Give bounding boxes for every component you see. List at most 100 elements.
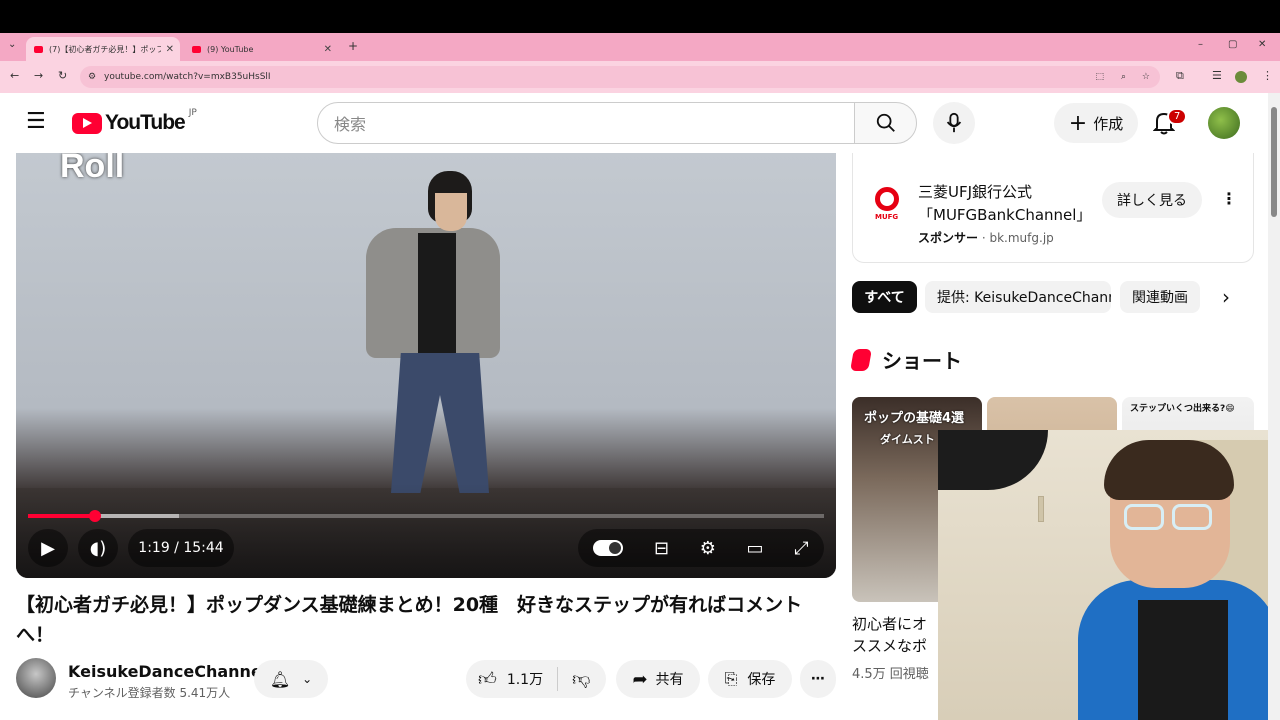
- bell-icon: 🔔︎: [269, 669, 291, 689]
- time-text: 1:19 / 15:44: [138, 540, 224, 556]
- logo-wordmark: YouTube: [105, 111, 186, 134]
- browser-tab-strip: ⌄ (7)【初心者ガチ必見！】ポップダン ✕ (9) YouTube ✕ + –…: [0, 33, 1280, 61]
- create-label: 作成: [1093, 114, 1124, 133]
- extensions-icon[interactable]: ⧉: [1176, 69, 1184, 83]
- search-icon: [876, 113, 895, 132]
- short-title[interactable]: 初心者にオ ススメなポ: [852, 613, 927, 657]
- shorts-header: ショート: [850, 345, 962, 374]
- theater-mode-icon[interactable]: ▭: [747, 538, 764, 559]
- shorts-title: ショート: [882, 349, 962, 373]
- search-placeholder: 検索: [334, 115, 367, 134]
- ad-title: 三菱UFJ銀行公式 「MUFGBankChannel」: [918, 181, 1091, 227]
- light-switch: [1038, 496, 1044, 522]
- new-tab-icon[interactable]: +: [348, 39, 358, 53]
- settings-gear-icon[interactable]: ⚙: [700, 538, 716, 559]
- progress-bar[interactable]: [28, 510, 824, 522]
- back-icon[interactable]: ←: [10, 69, 19, 82]
- youtube-logo[interactable]: YouTube JP: [72, 108, 197, 135]
- scrubber-handle[interactable]: [88, 510, 101, 522]
- create-button[interactable]: + 作成: [1054, 103, 1138, 143]
- install-icon[interactable]: ⬚: [1095, 72, 1104, 82]
- region-code: JP: [188, 108, 197, 118]
- scrollbar-thumb[interactable]: [1271, 107, 1277, 217]
- browser-tab-active[interactable]: (7)【初心者ガチ必見！】ポップダン ✕: [26, 37, 180, 61]
- ad-card[interactable]: MUFG 三菱UFJ銀行公式 「MUFGBankChannel」 スポンサー ·…: [852, 153, 1254, 263]
- chip-all[interactable]: すべて: [852, 281, 917, 313]
- mufg-logo-text: MUFG: [875, 213, 899, 221]
- like-count[interactable]: 1.1万: [507, 669, 543, 689]
- short-overlay-text: ポップの基礎4選: [864, 411, 965, 426]
- tab-label: (9) YouTube: [207, 44, 254, 54]
- divider: [557, 667, 559, 691]
- autoplay-toggle-icon[interactable]: [593, 540, 624, 556]
- reading-list-icon[interactable]: ☰: [1212, 69, 1222, 82]
- window-close-icon[interactable]: ✕: [1258, 39, 1266, 50]
- shorts-icon: [850, 348, 872, 371]
- fullscreen-icon[interactable]: ⤢: [794, 538, 808, 559]
- ad-sponsor-line: スポンサー · bk.mufg.jp: [918, 229, 1054, 246]
- minimize-icon[interactable]: –: [1198, 39, 1203, 50]
- channel-name[interactable]: KeisukeDanceChannel: [68, 662, 267, 681]
- short-overlay-text: ステップいくつ出来る?😄: [1130, 404, 1235, 414]
- plus-icon: +: [1068, 110, 1088, 136]
- browser-menu-icon[interactable]: ⋮: [1262, 69, 1273, 82]
- dancer-legs: [391, 353, 489, 493]
- subscriber-count: チャンネル登録者数 5.41万人: [68, 686, 231, 700]
- video-overlay-text: Roll: [60, 153, 125, 185]
- learn-more-button[interactable]: 詳しく見る: [1102, 182, 1202, 218]
- os-top-bar: [0, 0, 1280, 33]
- notification-badge: 7: [1167, 108, 1188, 125]
- dancer-shirt: [418, 233, 456, 353]
- share-button[interactable]: ➦ 共有: [616, 660, 700, 698]
- short-overlay-subtext: ダイムスト: [880, 433, 935, 446]
- maximize-icon[interactable]: ▢: [1228, 39, 1237, 50]
- voice-search-button[interactable]: [933, 102, 975, 144]
- like-dislike-group: 👍︎ 1.1万 👎︎: [466, 660, 606, 698]
- volume-button[interactable]: ◖): [78, 529, 118, 567]
- search-button[interactable]: [854, 102, 917, 144]
- save-button[interactable]: ⎘ 保存: [708, 660, 792, 698]
- channel-avatar[interactable]: [16, 658, 56, 698]
- webcam-dark-corner: [938, 430, 1048, 490]
- bookmark-star-icon[interactable]: ☆: [1142, 72, 1150, 82]
- account-avatar[interactable]: [1208, 107, 1240, 139]
- profile-avatar-icon[interactable]: [1235, 71, 1247, 83]
- short-views: 4.5万 回視聴: [852, 667, 929, 682]
- reload-icon[interactable]: ↻: [58, 69, 67, 82]
- tab-close-icon[interactable]: ✕: [166, 44, 174, 55]
- thumbs-down-icon[interactable]: 👎︎: [572, 668, 590, 690]
- volume-icon: ◖): [89, 537, 107, 559]
- more-actions-button[interactable]: ⋯: [800, 660, 836, 698]
- ad-menu-icon[interactable]: ⋮: [1221, 189, 1237, 208]
- page-scrollbar[interactable]: [1268, 93, 1280, 720]
- chip-related[interactable]: 関連動画: [1120, 281, 1200, 313]
- played-bar: [28, 514, 95, 518]
- person-hair: [1104, 440, 1234, 500]
- video-player[interactable]: Roll ▶ ◖) 1:19 / 15:44 ⊟ ⚙ ▭ ⤢: [16, 153, 836, 578]
- chip-channel[interactable]: 提供: KeisukeDanceChannel: [925, 281, 1111, 313]
- url-text: youtube.com/watch?v=mxB35uHsSlI: [104, 72, 271, 82]
- tab-label: (7)【初心者ガチ必見！】ポップダン: [49, 44, 161, 54]
- youtube-header: ☰ YouTube JP 検索 + 作成 7: [0, 93, 1268, 153]
- play-button[interactable]: ▶: [28, 529, 68, 567]
- short-title-line1: 初心者にオ: [852, 615, 928, 633]
- mufg-logo-icon: [875, 187, 899, 211]
- player-right-controls: ⊟ ⚙ ▭ ⤢: [578, 529, 824, 567]
- forward-icon[interactable]: →: [34, 69, 43, 82]
- chevron-down-icon: ⌄: [302, 672, 313, 686]
- youtube-favicon-icon: [34, 45, 43, 53]
- site-info-icon[interactable]: ⚙: [88, 72, 96, 82]
- browser-tab[interactable]: (9) YouTube ✕: [184, 37, 338, 61]
- thumbs-up-icon[interactable]: 👍︎: [478, 668, 497, 690]
- address-bar[interactable]: ⚙ youtube.com/watch?v=mxB35uHsSlI ⬚ ⌕ ☆: [80, 66, 1160, 88]
- search-input[interactable]: 検索: [317, 102, 855, 144]
- subscribe-bell-button[interactable]: 🔔︎ ⌄: [254, 660, 328, 698]
- chevron-right-icon[interactable]: ›: [1222, 285, 1230, 309]
- hamburger-menu-icon[interactable]: ☰: [26, 109, 46, 134]
- tab-list-icon[interactable]: ⌄: [8, 39, 16, 50]
- subtitles-icon[interactable]: ⊟: [654, 538, 669, 559]
- bookmark-icon: ⎘: [724, 669, 738, 688]
- person-shirt: [1138, 600, 1228, 720]
- tab-close-icon[interactable]: ✕: [324, 44, 332, 55]
- zoom-icon[interactable]: ⌕: [1121, 72, 1126, 82]
